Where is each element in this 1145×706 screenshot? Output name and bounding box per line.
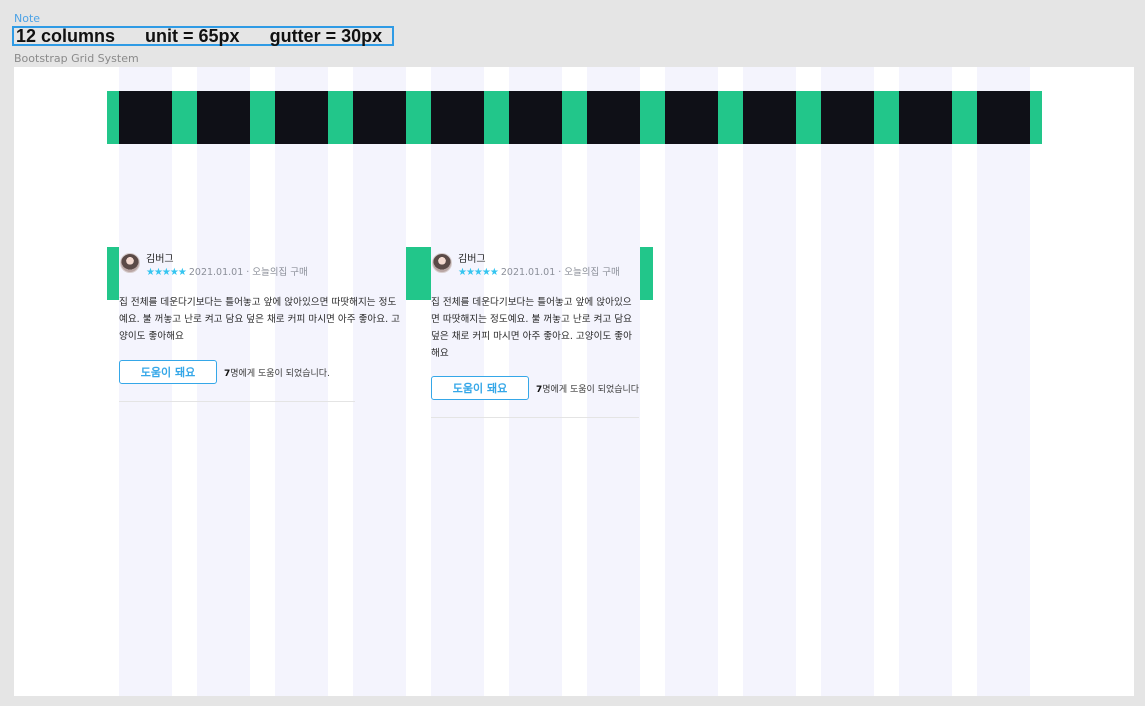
rating-stars-icon: ★★★★★ bbox=[458, 267, 499, 278]
grid-demo-bar bbox=[107, 91, 1042, 144]
grid-unit-segment bbox=[821, 91, 874, 144]
grid-column bbox=[743, 67, 796, 696]
review-date-source: 2021.01.01 · 오늘의집 구매 bbox=[500, 267, 620, 278]
helpful-button[interactable]: 도움이 돼요 bbox=[431, 376, 529, 400]
grid-unit-segment bbox=[665, 91, 718, 144]
gutter-marker bbox=[640, 247, 653, 300]
helped-count-text: 7명에게 도움이 되었습니다. bbox=[536, 382, 640, 395]
avatar bbox=[432, 253, 452, 273]
review-author: 김버그 bbox=[458, 254, 486, 265]
helped-count-text: 7명에게 도움이 되었습니다. bbox=[224, 366, 364, 379]
helped-suffix: 명에게 도움이 되었습니다. bbox=[230, 369, 330, 379]
frame-label[interactable]: Bootstrap Grid System bbox=[14, 52, 139, 65]
review-date-source: 2021.01.01 · 오늘의집 구매 bbox=[188, 267, 308, 278]
grid-gutter-segment bbox=[562, 91, 587, 144]
grid-unit-segment bbox=[119, 91, 172, 144]
grid-unit-segment bbox=[587, 91, 640, 144]
review-divider bbox=[119, 401, 355, 402]
grid-unit-segment bbox=[353, 91, 406, 144]
grid-gutter-segment bbox=[328, 91, 353, 144]
gutter-marker bbox=[107, 247, 119, 300]
grid-gutter-segment bbox=[640, 91, 665, 144]
gutter-marker bbox=[406, 247, 431, 300]
review-author: 김버그 bbox=[146, 254, 174, 265]
rating-stars-icon: ★★★★★ bbox=[146, 267, 187, 278]
grid-unit-segment bbox=[197, 91, 250, 144]
grid-gutter-segment bbox=[796, 91, 821, 144]
grid-gutter-segment bbox=[250, 91, 275, 144]
grid-column bbox=[899, 67, 952, 696]
review-meta: ★★★★★ 2021.01.01 · 오늘의집 구매 bbox=[146, 264, 308, 278]
helped-suffix: 명에게 도움이 되었습니다. bbox=[542, 385, 640, 395]
grid-column bbox=[977, 67, 1030, 696]
grid-unit-segment bbox=[275, 91, 328, 144]
review-body: 집 전체를 데운다기보다는 틀어놓고 앞에 앉아있으면 따땃해지는 정도예요. … bbox=[431, 297, 632, 359]
grid-unit-segment bbox=[743, 91, 796, 144]
grid-column bbox=[821, 67, 874, 696]
review-meta: ★★★★★ 2021.01.01 · 오늘의집 구매 bbox=[458, 264, 620, 278]
grid-gutter-segment bbox=[172, 91, 197, 144]
helpful-button[interactable]: 도움이 돼요 bbox=[119, 360, 217, 384]
grid-gutter-segment bbox=[107, 91, 119, 144]
grid-unit-segment bbox=[899, 91, 952, 144]
grid-gutter-segment bbox=[484, 91, 509, 144]
avatar bbox=[120, 253, 140, 273]
grid-unit-segment bbox=[509, 91, 562, 144]
artboard-frame[interactable]: 김버그 ★★★★★ 2021.01.01 · 오늘의집 구매 집 전체를 데운다… bbox=[14, 67, 1134, 696]
grid-unit-segment bbox=[977, 91, 1030, 144]
grid-column bbox=[665, 67, 718, 696]
grid-unit-segment bbox=[431, 91, 484, 144]
grid-gutter-segment bbox=[406, 91, 431, 144]
grid-gutter-segment bbox=[952, 91, 977, 144]
note-box[interactable]: 12 columns unit = 65px gutter = 30px bbox=[12, 26, 394, 46]
grid-gutter-segment bbox=[874, 91, 899, 144]
grid-gutter-segment bbox=[1030, 91, 1042, 144]
note-label: Note bbox=[14, 12, 41, 25]
grid-column bbox=[275, 67, 328, 696]
review-divider bbox=[431, 417, 639, 418]
grid-column bbox=[353, 67, 406, 696]
grid-gutter-segment bbox=[718, 91, 743, 144]
review-body: 집 전체를 데운다기보다는 틀어놓고 앞에 앉아있으면 따땃해지는 정도예요. … bbox=[119, 297, 401, 342]
